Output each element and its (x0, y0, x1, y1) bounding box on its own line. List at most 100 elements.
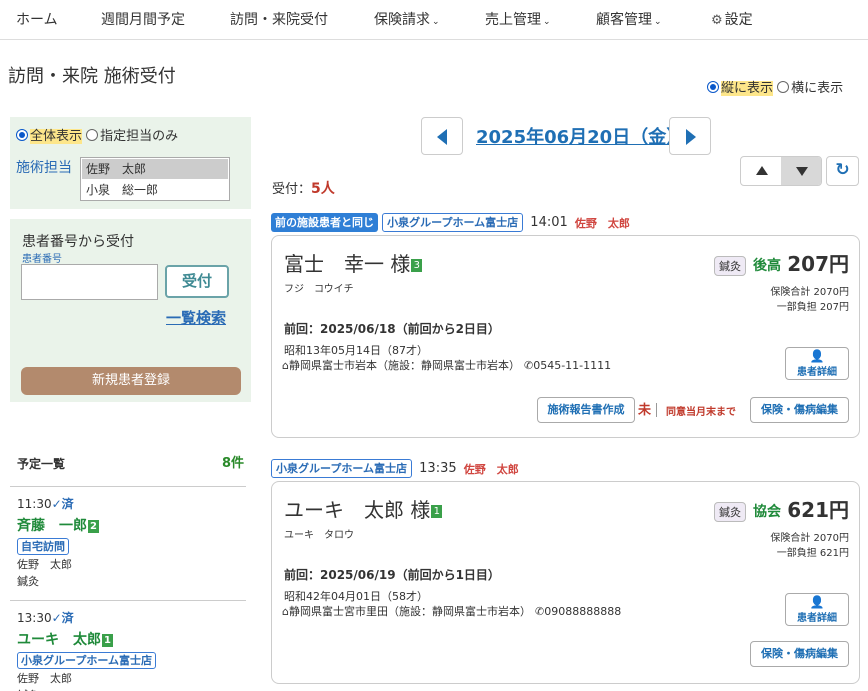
insurance-totals: 保険合計 2070円 一部負担 621円 (770, 531, 849, 561)
divider (656, 403, 657, 417)
schedule-count: 8件 (222, 456, 245, 471)
place-tag: 小泉グループホーム富士店 (17, 652, 157, 669)
page-title: 訪問・来院 施術受付 (8, 66, 176, 87)
accept-button[interactable]: 受付 (165, 265, 229, 298)
address: 静岡県富士宮市里田（施設：静岡県富士市岩本） (288, 605, 531, 618)
schedule-status: ✓済 (51, 611, 74, 625)
nav-customers-label: 顧客管理 (596, 12, 652, 28)
patient-detail-button[interactable]: 👤 患者詳細 (785, 347, 849, 380)
home-icon: ⌂ (282, 605, 289, 618)
copay-amount: 一部負担 207円 (776, 302, 849, 313)
schedule-title: 予定一覧 (17, 457, 66, 471)
birth-date: 昭和42年04月01日（58才） (284, 590, 428, 603)
address-line: ⌂静岡県富士宮市里田（施設：静岡県富士市岩本） ✆09088888888 (282, 603, 621, 619)
treatment-type-badge: 鍼灸 (714, 256, 746, 276)
schedule-staff: 佐野 太郎 (17, 672, 72, 685)
nav-sales[interactable]: 売上管理 ⌄ (485, 0, 551, 40)
schedule-item[interactable]: 11:30✓済 斉藤 一郎 2 自宅訪問 佐野 太郎 鍼灸 (17, 495, 247, 589)
place-tag: 自宅訪問 (17, 538, 69, 555)
home-icon: ⌂ (282, 359, 289, 372)
visit-card: ユーキ 太郎 様1 ユーキ タロウ 鍼灸 協会 621円 保険合計 2070円一… (271, 481, 860, 684)
filter-all-label: 全体表示 (30, 129, 83, 144)
refresh-button[interactable]: ↻ (826, 156, 859, 186)
user-icon: 👤 (809, 349, 825, 363)
sort-ascending-button[interactable] (741, 157, 782, 185)
previous-visit: 前回：2025/06/19（前回から1日目） (284, 568, 500, 582)
patient-detail-label: 患者詳細 (797, 367, 837, 378)
accepted-number: 5人 (311, 181, 335, 197)
patient-detail-button[interactable]: 👤 患者詳細 (785, 593, 849, 626)
nav-home[interactable]: ホーム (16, 0, 58, 40)
copay-amount: 一部負担 621円 (776, 548, 849, 559)
staff-option[interactable]: 佐野 太郎 (82, 159, 228, 179)
insurance-injury-edit-button[interactable]: 保険・傷病編集 (750, 397, 849, 423)
patient-accept-panel: 患者番号から受付 患者番号 受付 一覧検索 新規患者登録 (10, 219, 251, 402)
current-date-link[interactable]: 2025年06月20日（金） (476, 123, 684, 149)
phone-icon: ✆ (523, 359, 534, 372)
facility-tag: 小泉グループホーム富士店 (382, 213, 524, 232)
accepted-label: 受付： (272, 182, 312, 197)
top-nav: ホーム 週間月間予定 訪問・来院受付 保険請求 ⌄ 売上管理 ⌄ 顧客管理 ⌄ ⚙ 設定 (0, 0, 868, 40)
nav-settings[interactable]: ⚙ 設定 (711, 0, 753, 40)
report-unwritten-status: 未 (638, 403, 652, 418)
card-header: 小泉グループホーム富士店 13:35 佐野 太郎 (271, 459, 519, 478)
report-create-button[interactable]: 施術報告書作成 (537, 397, 635, 423)
insurance-injury-edit-button[interactable]: 保険・傷病編集 (750, 641, 849, 667)
patient-number-input[interactable] (21, 264, 158, 300)
visit-count-badge: 1 (431, 505, 443, 518)
nav-reception[interactable]: 訪問・来院受付 (230, 0, 328, 40)
schedule-time: 13:30 (17, 611, 52, 625)
divider (10, 600, 246, 601)
nav-insurance[interactable]: 保険請求 ⌄ (374, 0, 440, 40)
staff-label: 施術担当 (16, 160, 72, 176)
prev-date-button[interactable] (421, 117, 463, 155)
nav-customers[interactable]: 顧客管理 ⌄ (596, 0, 662, 40)
schedule-name: 斉藤 一郎 (17, 518, 87, 534)
schedule-time: 11:30 (17, 497, 52, 511)
address-line: ⌂静岡県富士市岩本（施設：静岡県富士市岩本） ✆0545-11-1111 (282, 357, 611, 373)
address: 静岡県富士市岩本（施設：静岡県富士市岩本） (288, 359, 520, 372)
orientation-horizontal-label: 横に表示 (791, 81, 844, 96)
treatment-type-badge: 鍼灸 (714, 502, 746, 522)
visit-count-badge: 2 (88, 520, 99, 533)
schedule-item[interactable]: 13:30✓済 ユーキ 太郎1 小泉グループホーム富士店 佐野 太郎 鍼灸 (17, 609, 247, 691)
radio-selected-icon (707, 81, 719, 93)
orientation-vertical-option[interactable]: 縦に表示 (707, 81, 774, 96)
list-search-link[interactable]: 一覧検索 (166, 307, 226, 328)
schedule-staff: 佐野 太郎 (17, 558, 72, 571)
user-icon: 👤 (809, 595, 825, 609)
orientation-horizontal-option[interactable]: 横に表示 (777, 81, 843, 96)
radio-icon (777, 81, 790, 93)
staff-select[interactable]: 佐野 太郎 小泉 総一郎 (80, 157, 230, 201)
nav-insurance-label: 保険請求 (374, 12, 430, 28)
phone-number: 09088888888 (544, 605, 622, 618)
filter-assigned-option[interactable]: 指定担当のみ (86, 129, 178, 144)
birth-date: 昭和13年05月14日（87才） (284, 344, 428, 357)
staff-filter-panel: 全体表示 指定担当のみ 施術担当 佐野 太郎 小泉 総一郎 (10, 117, 251, 209)
patient-number-label: 患者番号 (22, 254, 62, 265)
payment-amount: 207円 (787, 252, 849, 276)
accepted-count: 受付：5人 (272, 178, 335, 198)
filter-all-option[interactable]: 全体表示 (16, 129, 83, 144)
chevron-down-icon: ⌄ (543, 17, 551, 27)
patient-kana: ユーキ タロウ (284, 530, 354, 541)
sort-toggle (740, 156, 822, 186)
sort-descending-button[interactable] (781, 157, 821, 185)
filter-assigned-label: 指定担当のみ (100, 129, 179, 144)
next-date-button[interactable] (669, 117, 711, 155)
patient-kana: フジ コウイチ (284, 284, 354, 295)
chevron-down-icon: ⌄ (654, 17, 662, 27)
new-patient-button[interactable]: 新規患者登録 (21, 367, 241, 395)
card-staff: 佐野 太郎 (574, 216, 630, 230)
previous-visit: 前回：2025/06/18（前回から2日目） (284, 322, 500, 336)
visit-count-badge: 3 (411, 259, 423, 272)
nav-schedule[interactable]: 週間月間予定 (101, 0, 185, 40)
patient-accept-title: 患者番号から受付 (22, 234, 134, 250)
nav-settings-label: 設定 (724, 12, 753, 28)
orientation-vertical-label: 縦に表示 (721, 81, 774, 96)
phone-icon: ✆ (534, 605, 545, 618)
staff-option[interactable]: 小泉 総一郎 (82, 180, 228, 200)
nav-sales-label: 売上管理 (485, 12, 541, 28)
phone-number: 0545-11-1111 (533, 359, 612, 372)
filter-radios: 全体表示 指定担当のみ (16, 125, 178, 144)
